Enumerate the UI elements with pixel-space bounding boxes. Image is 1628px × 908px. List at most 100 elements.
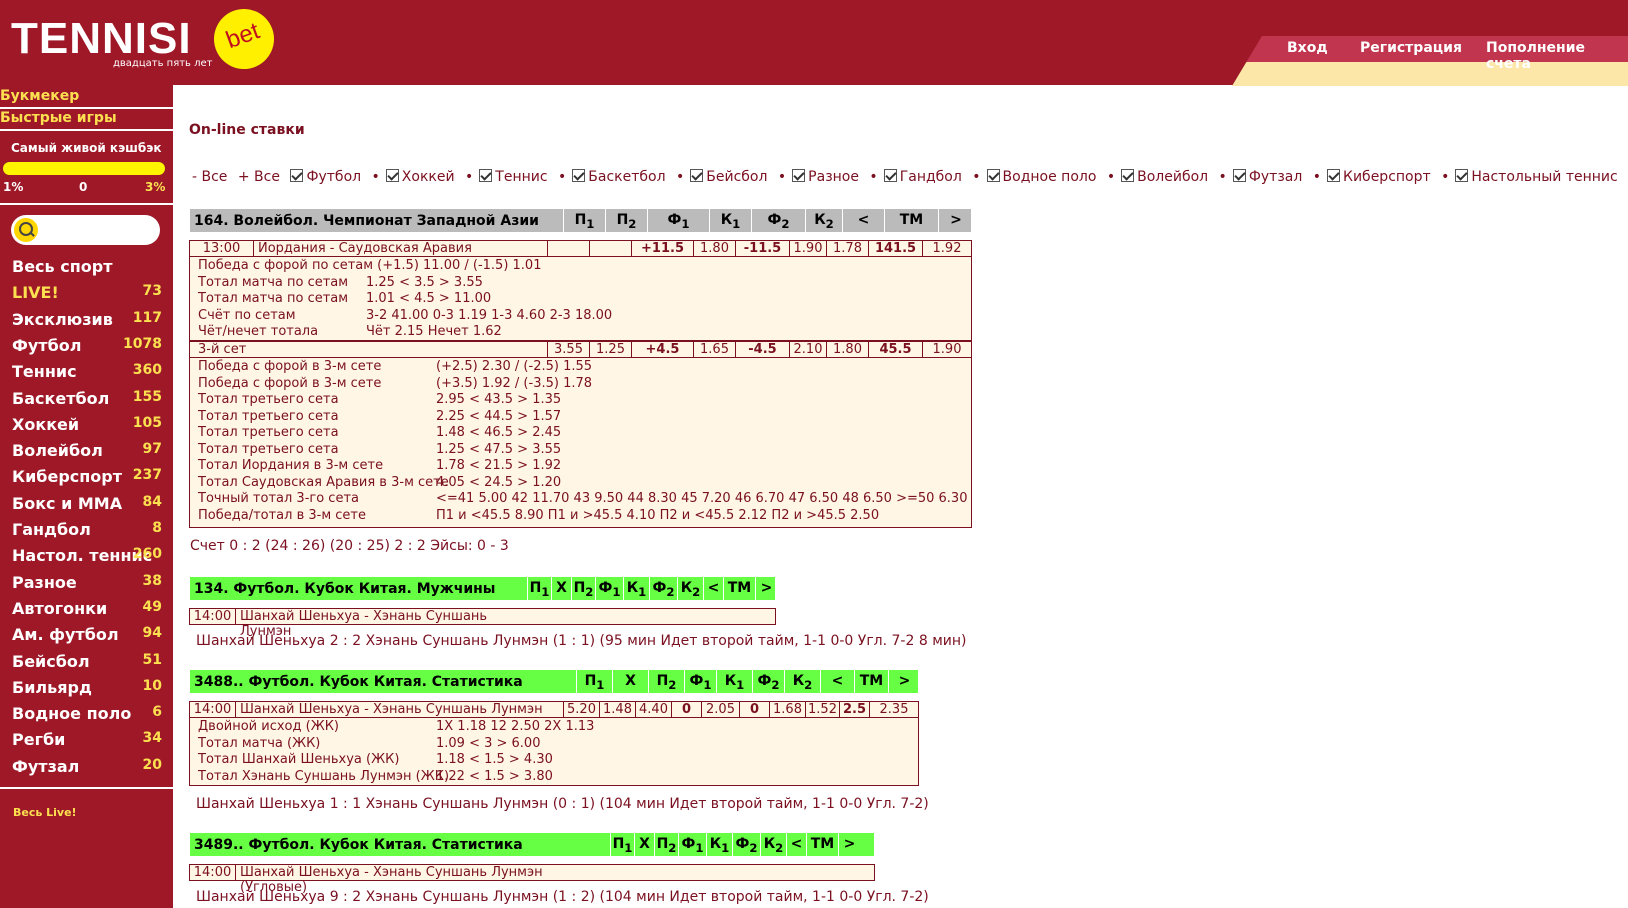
cashback-widget[interactable]: Самый живой кэшбэк 1% 0 3% (0, 137, 173, 195)
market-odds[interactable]: 2.25 < 44.5 > 1.57 (436, 408, 561, 425)
sidebar-sport-item[interactable]: Регби 34 (12, 730, 162, 756)
odd-x[interactable]: 1.48 (599, 702, 635, 717)
market-odds[interactable]: 3-2 41.00 0-3 1.19 1-3 4.60 2-3 18.00 (366, 307, 612, 324)
sidebar-sport-item[interactable]: Футбол 1078 (12, 336, 162, 362)
market-odds[interactable]: (+3.5) 1.92 / (-3.5) 1.78 (436, 375, 592, 392)
odd-p2[interactable] (589, 241, 631, 256)
market-odds[interactable]: 1.22 < 1.5 > 3.80 (436, 768, 553, 785)
filter-checkbox[interactable]: Гандбол • (883, 169, 981, 185)
market-odds[interactable]: 1.78 < 21.5 > 1.92 (436, 457, 561, 474)
market-odds[interactable]: 1.25 < 3.5 > 3.55 (366, 274, 483, 291)
odd-k2[interactable]: 1.90 (789, 241, 826, 256)
filter-checkbox[interactable]: Водное поло • (986, 169, 1115, 185)
event-teams[interactable]: Шанхай Шеньхуа - Хэнань Суншань Лунмэн (235, 609, 529, 639)
odd-total[interactable]: 141.5 (868, 241, 922, 256)
event-teams[interactable]: Шанхай Шеньхуа - Хэнань Суншань Лунмэн (… (235, 865, 613, 895)
sidebar-bookmaker-link[interactable]: Букмекер (0, 88, 79, 104)
odd-over[interactable]: 1.90 (922, 342, 971, 357)
odd-k2[interactable]: 2.10 (789, 342, 826, 357)
sidebar-sport-item[interactable]: Баскетбол 155 (12, 389, 162, 415)
login-link[interactable]: Вход (1287, 40, 1328, 56)
sidebar-sport-item[interactable]: Футзал 20 (12, 757, 162, 783)
sidebar-sport-item[interactable]: Гандбол 8 (12, 520, 162, 546)
filter-checkbox[interactable]: Разное • (792, 169, 878, 185)
sidebar-sport-item[interactable]: Разное 38 (12, 573, 162, 599)
odd-p1[interactable]: 5.20 (563, 702, 599, 717)
sidebar-sport-item[interactable]: Волейбол 97 (12, 441, 162, 467)
market-odds[interactable]: 4.05 < 24.5 > 1.20 (436, 474, 561, 491)
event-row[interactable]: 14:00 Шанхай Шеньхуа - Хэнань Суншань Лу… (189, 701, 919, 732)
odd-under[interactable]: 1.52 (805, 702, 839, 717)
odd-p2[interactable]: 4.40 (635, 702, 671, 717)
odd-over[interactable]: 2.35 (869, 702, 918, 717)
market-odds[interactable]: 1.25 < 47.5 > 3.55 (436, 441, 561, 458)
odd-f1[interactable]: 0 (671, 702, 701, 717)
filter-checkbox[interactable]: Настольный теннис (1455, 169, 1623, 185)
sidebar-sport-item[interactable]: Автогонки 49 (12, 599, 162, 625)
sidebar-fast-games-link[interactable]: Быстрые игры (0, 110, 117, 126)
odd-f2[interactable]: -4.5 (735, 342, 789, 357)
sidebar-sport-item[interactable]: Хоккей 105 (12, 415, 162, 441)
event-teams[interactable]: Шанхай Шеньхуа - Хэнань Суншань Лунмэн (… (235, 702, 563, 732)
sidebar-sport-item[interactable]: Ам. футбол 94 (12, 625, 162, 651)
odd-p1[interactable] (547, 241, 589, 256)
filter-checkbox[interactable]: Волейбол • (1121, 169, 1227, 185)
market-odds[interactable]: 1.09 < 3 > 6.00 (436, 735, 540, 752)
sidebar-sport-item[interactable]: Бильярд 10 (12, 678, 162, 704)
market-odds[interactable]: 1.48 < 46.5 > 2.45 (436, 424, 561, 441)
odd-k1[interactable]: 1.80 (693, 241, 735, 256)
market-odds[interactable]: Чёт 2.15 Нечет 1.62 (366, 323, 502, 340)
market-odds[interactable]: 1.18 < 1.5 > 4.30 (436, 751, 553, 768)
all-live-link[interactable]: Весь Live! (13, 806, 77, 819)
filter-checkbox[interactable]: Теннис • (479, 169, 566, 185)
sidebar-sport-item[interactable]: Бейсбол 51 (12, 652, 162, 678)
sport-count: 105 (132, 414, 162, 431)
event-row[interactable]: 13:00 Иордания - Саудовская Аравия +11.5… (189, 240, 972, 257)
odd-k1[interactable]: 1.65 (693, 342, 735, 357)
filter-checkbox[interactable]: Хоккей • (385, 169, 473, 185)
odd-total[interactable]: 2.5 (839, 702, 869, 717)
odd-over[interactable]: 1.92 (922, 241, 971, 256)
odd-f1[interactable]: +11.5 (631, 241, 693, 256)
sidebar-sport-item[interactable]: Эксклюзив 117 (12, 310, 162, 336)
odd-f2[interactable]: -11.5 (735, 241, 789, 256)
odd-f2[interactable]: 0 (739, 702, 769, 717)
sidebar-sport-item[interactable]: LIVE! 73 (12, 283, 162, 309)
deposit-link[interactable]: Пополнение счета (1486, 40, 1628, 72)
market-odds[interactable]: (+2.5) 2.30 / (-2.5) 1.55 (436, 358, 592, 375)
market-odds[interactable]: 1X 1.18 12 2.50 2X 1.13 (436, 718, 594, 735)
sidebar-sport-item[interactable]: Бокс и ММА 84 (12, 494, 162, 520)
odd-k1[interactable]: 2.05 (701, 702, 739, 717)
filter-checkbox[interactable]: Бейсбол • (690, 169, 786, 185)
market-odds[interactable]: П1 и <45.5 8.90 П1 и >45.5 4.10 П2 и <45… (436, 507, 879, 524)
odd-under[interactable]: 1.80 (826, 342, 868, 357)
odd-p1[interactable]: 3.55 (547, 342, 589, 357)
market-odds[interactable]: 1.01 < 4.5 > 11.00 (366, 290, 491, 307)
odd-f1[interactable]: +4.5 (631, 342, 693, 357)
market-odds[interactable]: <=41 5.00 42 11.70 43 9.50 44 8.30 45 7.… (436, 490, 967, 507)
sidebar-sport-item[interactable]: Водное поло 6 (12, 704, 162, 730)
market-odds[interactable]: 2.95 < 43.5 > 1.35 (436, 391, 561, 408)
set3-row[interactable]: 3-й сет 3.55 1.25 +4.5 1.65 -4.5 2.10 1.… (189, 341, 972, 358)
filter-none-button[interactable]: - Все (192, 169, 227, 185)
sidebar-sport-item[interactable]: Весь спорт (12, 257, 162, 283)
sidebar-sport-item[interactable]: Киберспорт 237 (12, 467, 162, 493)
sidebar-sport-item[interactable]: Теннис 360 (12, 362, 162, 388)
filter-checkbox[interactable]: Футзал • (1232, 169, 1321, 185)
event-row[interactable]: 14:00 Шанхай Шеньхуа - Хэнань Суншань Лу… (189, 864, 875, 895)
odd-under[interactable]: 1.78 (826, 241, 868, 256)
search-icon[interactable] (14, 218, 38, 242)
odd-p2[interactable]: 1.25 (589, 342, 631, 357)
event-row[interactable]: 14:00 Шанхай Шеньхуа - Хэнань Суншань Лу… (189, 608, 776, 639)
register-link[interactable]: Регистрация (1360, 40, 1462, 56)
odd-total[interactable]: 45.5 (868, 342, 922, 357)
filter-checkbox[interactable]: Футбол • (290, 169, 380, 185)
sidebar-sport-item[interactable]: Настол. теннис 260 (12, 546, 162, 572)
event-teams[interactable]: Иордания - Саудовская Аравия (253, 241, 547, 256)
logo-bet-badge[interactable]: bet (205, 0, 283, 78)
filter-all-button[interactable]: + Все (238, 169, 280, 185)
filter-checkbox[interactable]: Баскетбол • (572, 169, 684, 185)
filter-checkbox[interactable]: Киберспорт • (1327, 169, 1449, 185)
logo[interactable]: TENNISI (11, 14, 192, 64)
odd-k2[interactable]: 1.68 (769, 702, 805, 717)
